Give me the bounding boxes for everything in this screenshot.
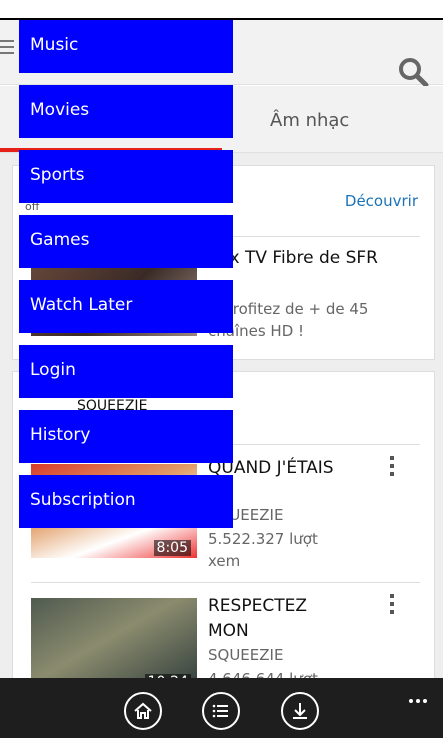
more-options-icon[interactable] [390,456,396,480]
menu-item-subscription[interactable]: Subscription [19,475,233,528]
menu-item-games[interactable]: Games [19,215,233,268]
menu-item-history[interactable]: History [19,410,233,463]
more-icon[interactable] [406,688,427,707]
menu-item-watch-later[interactable]: Watch Later [19,280,233,333]
video-title[interactable]: RESPECTEZ MON [208,594,348,644]
search-button[interactable] [397,56,429,88]
divider [31,582,420,583]
menu-item-music[interactable]: Music [19,20,233,73]
discover-link[interactable]: Découvrir [345,192,418,210]
video-views: 5.522.327 lượt xem [208,530,318,570]
video-duration: 8:05 [153,540,191,556]
download-button[interactable] [281,692,319,730]
promo-title[interactable]: Box TV Fibre de SFR [208,246,388,271]
hamburger-menu-icon[interactable] [0,40,14,54]
menu-item-movies[interactable]: Movies [19,85,233,138]
status-bar [0,0,443,20]
list-button[interactable] [202,692,240,730]
download-icon [293,703,307,719]
tab-music[interactable]: Âm nhạc [270,110,349,131]
list-icon [212,704,228,718]
promo-subtitle: Profitez de + de 45 chaînes HD ! [208,298,408,342]
home-icon [134,702,152,719]
search-icon [399,58,429,88]
video-channel: SQUEEZIE [208,646,284,664]
video-channel: SQUEEZIE [208,506,284,524]
menu-item-sports[interactable]: Sports [19,150,233,203]
video-title[interactable]: QUAND J'ÉTAIS [208,456,388,481]
menu-item-login[interactable]: Login [19,345,233,398]
home-button[interactable] [124,692,162,730]
app-bar [0,678,443,738]
more-options-icon[interactable] [390,594,396,618]
